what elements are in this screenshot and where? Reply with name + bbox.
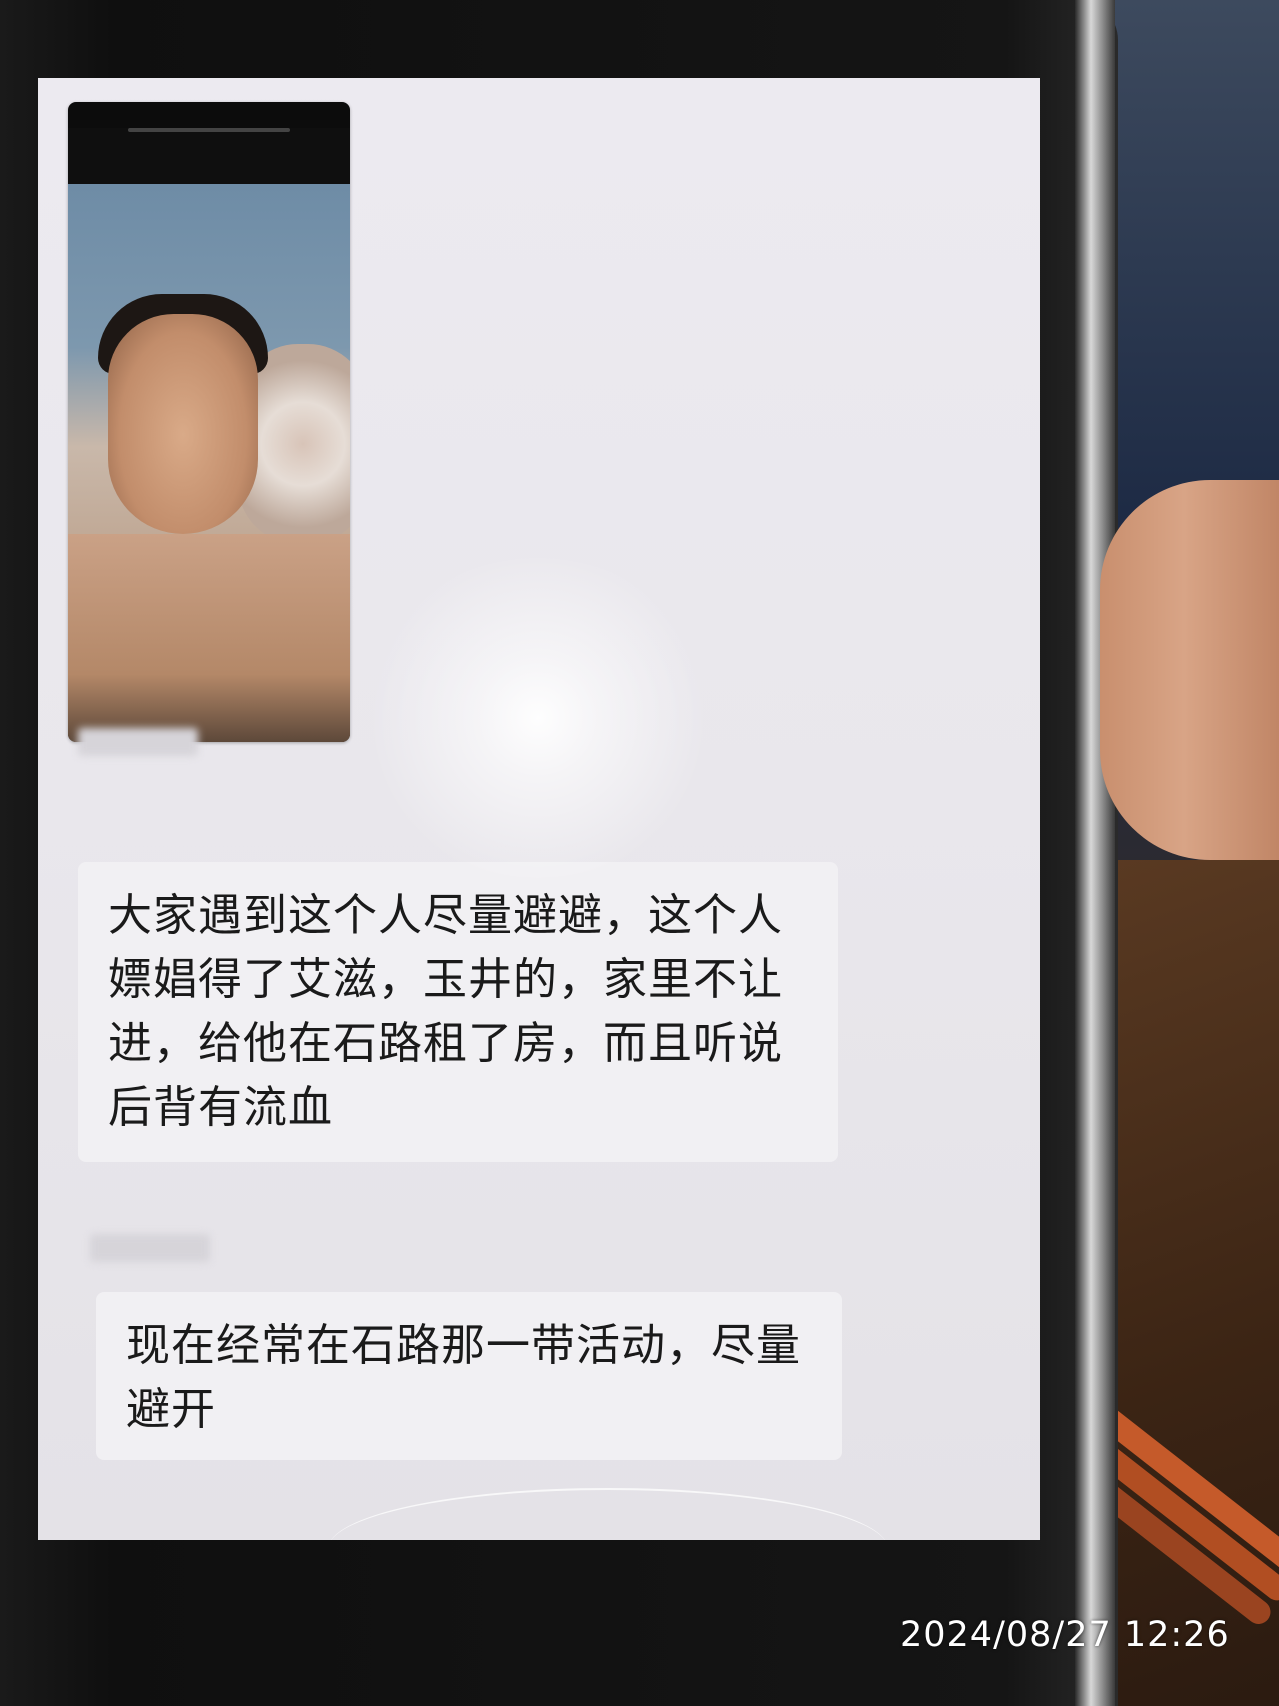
holding-thumb [1100, 480, 1279, 860]
portrait-photo [68, 184, 350, 742]
image-status-text [128, 128, 290, 132]
photo-scene: 大家遇到这个人尽量避避，这个人嫖娼得了艾滋，玉井的，家里不让进，给他在石路租了房… [0, 0, 1279, 1706]
sender-name-blurred [90, 1234, 210, 1262]
screen-crack [328, 1488, 888, 1540]
photo-timestamp: 2024/08/27 12:26 [900, 1615, 1230, 1655]
message-text: 大家遇到这个人尽量避避，这个人嫖娼得了艾滋，玉井的，家里不让进，给他在石路租了房… [108, 890, 783, 1133]
chat-screen: 大家遇到这个人尽量避避，这个人嫖娼得了艾滋，玉井的，家里不让进，给他在石路租了房… [38, 78, 1040, 1540]
sender-name-blurred [78, 728, 198, 756]
message-bubble[interactable]: 大家遇到这个人尽量避避，这个人嫖娼得了艾滋，玉井的，家里不让进，给他在石路租了房… [78, 862, 838, 1162]
person-face [108, 314, 258, 534]
light-glare [358, 558, 718, 878]
image-message[interactable] [68, 102, 350, 742]
phone-metal-edge [1075, 0, 1115, 1706]
image-status-bar [68, 128, 350, 184]
message-bubble[interactable]: 现在经常在石路那一带活动，尽量避开 [96, 1292, 842, 1460]
person-body [68, 534, 350, 742]
message-text: 现在经常在石路那一带活动，尽量避开 [126, 1320, 801, 1435]
phone-body: 大家遇到这个人尽量避避，这个人嫖娼得了艾滋，玉井的，家里不让进，给他在石路租了房… [0, 0, 1118, 1706]
